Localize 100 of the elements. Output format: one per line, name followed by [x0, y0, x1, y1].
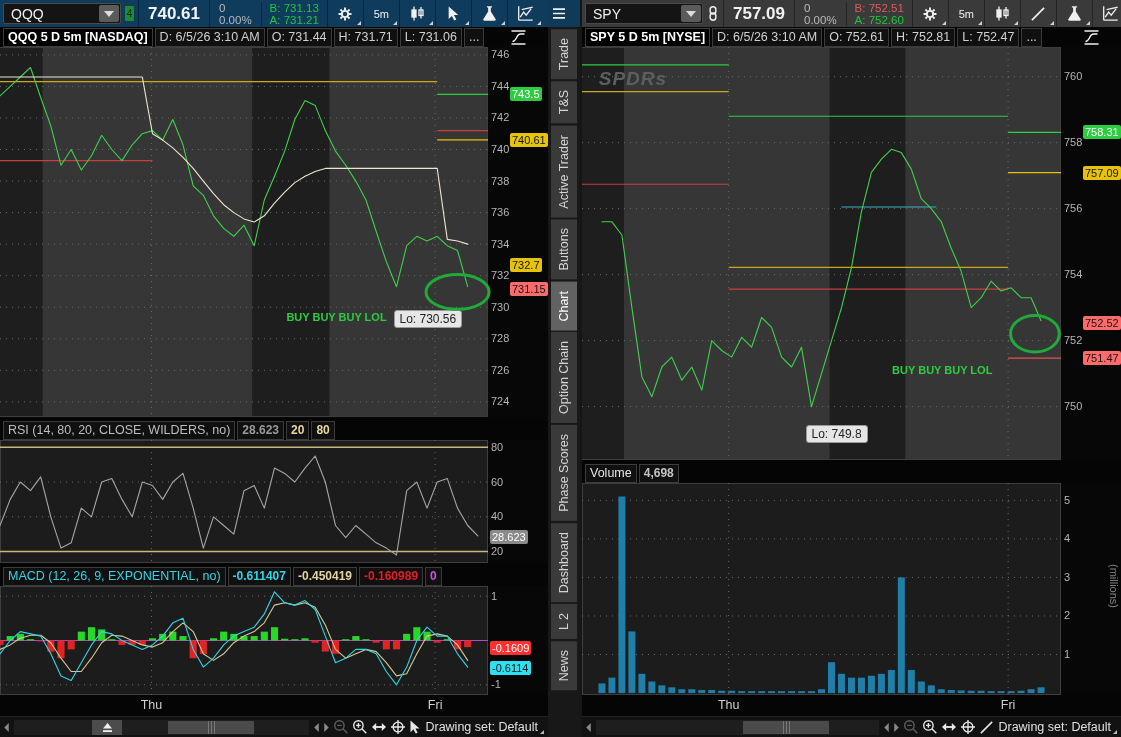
quote-text: A: 731.21 [269, 13, 319, 26]
histogram-bar [209, 638, 218, 641]
axis-label: 732 [491, 269, 510, 283]
side-tab[interactable]: T&S [551, 81, 577, 124]
level-line [1007, 172, 1062, 174]
side-tab[interactable]: Phase Scores [551, 425, 577, 521]
study-label: RSI (14, 80, 20, CLOSE, WILDERS, no) [3, 421, 236, 440]
right-arrow-icon[interactable] [324, 722, 330, 732]
value-tag: -0.6114 [490, 660, 531, 675]
histogram-bar [464, 640, 472, 648]
price-tag: 743.5 [510, 87, 542, 102]
histogram-bar [77, 631, 85, 641]
left-arrow-icon[interactable] [586, 722, 591, 732]
axis-label: 1 [491, 589, 498, 603]
volume-bar [648, 681, 656, 694]
line-icon[interactable] [980, 720, 994, 734]
right-arrow-icon[interactable] [894, 722, 900, 732]
histogram-bar [128, 640, 136, 645]
volume-bar [877, 673, 885, 694]
header-field: H: 731.71 [333, 28, 398, 47]
crosshair-icon[interactable] [961, 720, 976, 734]
study-value: 4,698 [638, 464, 679, 483]
histogram-bar [321, 640, 329, 652]
volume-bar [778, 691, 786, 694]
histogram-bar [16, 633, 24, 641]
drawing-set-menu[interactable]: Drawing set: Default [998, 720, 1117, 734]
histogram-bar [118, 640, 126, 645]
chart-note: BUY BUY BUY LOL [892, 363, 993, 378]
price-tag: 758.31 [1083, 125, 1121, 140]
highlight-ellipse [423, 272, 492, 311]
value-tag: -0.1609 [490, 640, 532, 655]
scrollbar[interactable] [14, 719, 310, 735]
left-arrow-icon[interactable] [884, 722, 890, 732]
side-tab[interactable]: Option Chain [551, 332, 577, 424]
level-line [436, 93, 489, 95]
scroll-thumb[interactable] [167, 720, 254, 734]
header-field: O: 731.44 [266, 28, 332, 47]
side-tab[interactable]: Active Trader [551, 125, 577, 218]
drawing-set-menu[interactable]: Drawing set: Default [425, 720, 544, 734]
axis-label: 728 [491, 332, 510, 346]
histogram-bar [6, 636, 14, 641]
chart-title: QQQ 5 D 5m [NASDAQ] [3, 28, 153, 47]
expand-button[interactable] [92, 719, 122, 735]
axis-label: 3 [1064, 570, 1071, 584]
histogram-bar [270, 627, 279, 641]
dropdown-button[interactable] [99, 5, 119, 22]
zoom-in-icon[interactable] [923, 720, 938, 734]
histogram-bar [189, 640, 197, 659]
curve-icon[interactable] [1083, 30, 1099, 45]
pan-arrows-icon[interactable] [372, 723, 387, 731]
side-tab[interactable]: Chart [551, 281, 577, 331]
percent-change: 0.00% [219, 13, 252, 26]
symbol-field[interactable]: SPY [585, 3, 703, 24]
volume-bar [1007, 691, 1015, 694]
histogram-bar [240, 636, 248, 641]
dropdown-button[interactable] [681, 5, 701, 22]
volume-bar [967, 690, 975, 694]
curve-icon[interactable] [510, 30, 526, 45]
pan-arrows-icon[interactable] [942, 723, 957, 731]
study-label: Volume [585, 464, 637, 483]
histogram-bar [220, 631, 228, 641]
level-line [436, 130, 489, 132]
scrollbar[interactable] [596, 719, 880, 735]
volume-bar [598, 683, 606, 694]
scroll-thumb[interactable] [743, 720, 830, 734]
side-tab[interactable]: Dashboard [551, 522, 577, 603]
cursor-icon[interactable] [410, 720, 421, 734]
volume-bar [837, 673, 845, 694]
gear-icon [338, 6, 353, 21]
histogram-bar [169, 631, 177, 641]
price-tag: 740.61 [510, 132, 548, 147]
header-field: D: 6/5/26 3:10 AM [712, 28, 823, 47]
volume-bar [1027, 689, 1035, 694]
left-arrow-icon[interactable] [4, 722, 9, 732]
caret-icon [686, 10, 696, 17]
histogram-bar [260, 631, 268, 641]
candlestick-icon [995, 6, 1009, 21]
side-tab[interactable]: Trade [551, 29, 577, 80]
header-field: H: 752.81 [891, 28, 956, 47]
axis-label: 742 [491, 111, 510, 125]
menu-icon[interactable] [553, 8, 565, 19]
side-tab[interactable]: L 2 [551, 604, 577, 639]
volume-bar [887, 669, 895, 694]
histogram-bar [230, 633, 238, 641]
histogram-bar [148, 638, 157, 641]
time-label: Fri [1000, 698, 1016, 712]
chain-link-icon[interactable] [709, 6, 717, 21]
histogram-bar [47, 640, 55, 652]
volume-bar [698, 690, 706, 694]
volume-bar [808, 691, 815, 694]
side-tab[interactable]: Buttons [551, 219, 577, 280]
volume-bar [798, 691, 806, 694]
axis-label: 734 [491, 237, 510, 251]
symbol-field[interactable]: QQQ [3, 3, 121, 24]
price-tag: 757.09 [1083, 165, 1121, 180]
axis-label: 724 [491, 395, 510, 409]
zoom-in-icon[interactable] [353, 720, 368, 734]
crosshair-icon[interactable] [391, 720, 406, 734]
side-tab[interactable]: News [551, 641, 577, 691]
left-arrow-icon[interactable] [314, 722, 320, 732]
